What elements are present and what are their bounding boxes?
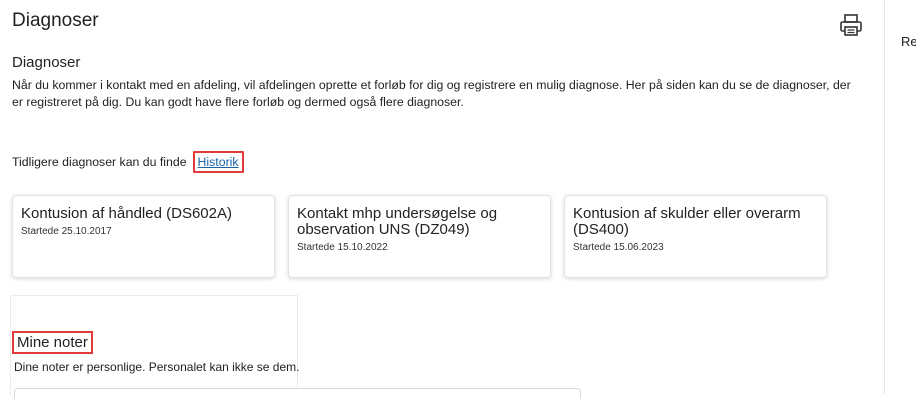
diagnosis-title: Kontusion af skulder eller overarm (DS40… <box>573 205 801 238</box>
diagnosis-card[interactable]: Kontakt mhp undersøgelse og observation … <box>288 195 551 278</box>
print-button[interactable] <box>838 12 864 38</box>
history-link[interactable]: Historik <box>192 151 244 173</box>
history-line: Tidligere diagnoser kan du finde Histori… <box>12 151 244 173</box>
notes-description: Dine noter er personlige. Personalet kan… <box>14 360 300 374</box>
diagnosis-date: Startede 15.06.2023 <box>573 242 664 253</box>
intro-text: Når du kommer i kontakt med en afdeling,… <box>12 78 851 109</box>
diagnosis-card[interactable]: Kontusion af håndled (DS602A) Startede 2… <box>12 195 275 278</box>
right-panel <box>885 0 916 394</box>
history-text: Tidligere diagnoser kan du finde <box>12 155 187 169</box>
diagnosis-date: Startede 25.10.2017 <box>21 226 112 237</box>
diagnosis-date: Startede 15.10.2022 <box>297 242 388 253</box>
diagnosis-title: Kontakt mhp undersøgelse og observation … <box>297 205 498 238</box>
diagnosis-title: Kontusion af håndled (DS602A) <box>21 205 232 222</box>
diagnosis-cards: Kontusion af håndled (DS602A) Startede 2… <box>12 195 827 278</box>
diagnosis-card[interactable]: Kontusion af skulder eller overarm (DS40… <box>564 195 827 278</box>
main-content: Diagnoser Diagnoser Når du kommer i kont… <box>0 0 885 399</box>
right-panel-label: Re <box>901 34 916 49</box>
printer-icon <box>840 14 862 36</box>
page-title: Diagnoser <box>12 10 99 31</box>
section-title: Diagnoser <box>12 54 81 71</box>
notes-title: Mine noter <box>12 331 93 354</box>
